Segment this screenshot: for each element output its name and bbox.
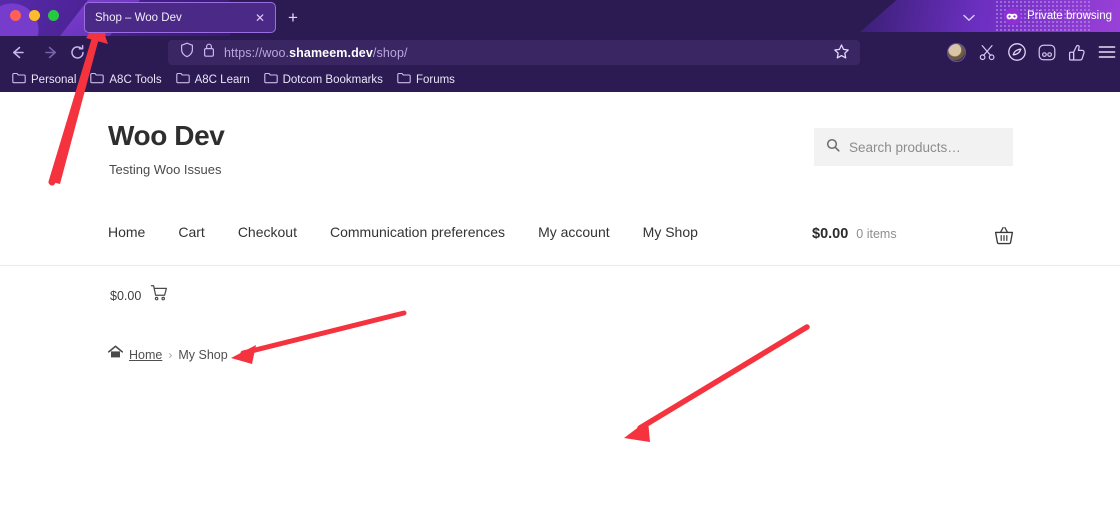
page-content: Woo Dev Testing Woo Issues Search produc… — [0, 92, 1120, 525]
sync-icon[interactable] — [1005, 40, 1029, 64]
private-browsing-badge: Private browsing — [1003, 5, 1116, 27]
breadcrumb-current: My Shop — [178, 347, 228, 362]
hamburger-menu-icon[interactable] — [1095, 40, 1119, 64]
plus-icon[interactable]: + — [282, 7, 304, 29]
url-path: /shop/ — [372, 45, 408, 60]
nav-item-communication-preferences[interactable]: Communication preferences — [330, 224, 538, 240]
nav-item-my-shop[interactable]: My Shop — [643, 224, 731, 240]
basket-icon[interactable] — [994, 226, 1014, 250]
chevron-down-icon[interactable] — [958, 7, 980, 29]
breadcrumb: Home › My Shop — [107, 345, 228, 364]
tab-title: Shop – Woo Dev — [95, 11, 182, 24]
mini-cart-amount: $0.00 — [110, 288, 142, 303]
minimize-window-button[interactable] — [29, 10, 40, 21]
breadcrumb-home-link[interactable]: Home — [129, 348, 162, 362]
close-icon[interactable]: ✕ — [251, 9, 269, 27]
folder-icon — [12, 71, 26, 89]
bookmark-dotcom-bookmarks[interactable]: Dotcom Bookmarks — [258, 69, 389, 91]
reload-icon[interactable] — [64, 39, 90, 65]
home-icon[interactable] — [107, 345, 124, 364]
url-input[interactable]: https://woo.shameem.dev/shop/ — [168, 40, 860, 65]
main-navigation: Home Cart Checkout Communication prefere… — [0, 205, 1120, 264]
lock-icon[interactable] — [203, 42, 215, 63]
folder-icon — [90, 71, 105, 89]
url-scheme: https://woo. — [224, 45, 290, 60]
cart-item-count: 0 items — [856, 227, 897, 241]
bookmark-forums[interactable]: Forums — [391, 69, 461, 91]
search-placeholder: Search products… — [849, 139, 961, 155]
url-host: shameem.dev — [289, 45, 373, 60]
bookmark-label: A8C Learn — [194, 74, 250, 86]
shopping-cart-icon[interactable] — [150, 284, 168, 307]
site-tagline: Testing Woo Issues — [109, 162, 222, 177]
bookmark-a8c-learn[interactable]: A8C Learn — [170, 69, 256, 91]
bookmark-personal[interactable]: Personal — [6, 69, 82, 91]
bookmarks-bar: Personal A8C Tools A8C Learn Dotcom Book… — [0, 68, 1120, 92]
search-input[interactable]: Search products… — [814, 128, 1013, 166]
bookmark-a8c-tools[interactable]: A8C Tools — [84, 69, 167, 91]
nav-item-checkout[interactable]: Checkout — [238, 224, 330, 240]
cart-total-amount: $0.00 — [812, 226, 849, 242]
breadcrumb-separator: › — [168, 347, 173, 362]
pocket-icon[interactable] — [1035, 40, 1059, 64]
nav-item-cart[interactable]: Cart — [178, 224, 237, 240]
search-icon — [826, 138, 840, 157]
forward-arrow-icon[interactable] — [38, 39, 64, 65]
folder-icon — [263, 71, 278, 89]
bookmark-label: Forums — [415, 74, 455, 86]
nav-links: Home Cart Checkout Communication prefere… — [108, 224, 731, 240]
header-divider — [0, 265, 1120, 266]
folder-icon — [397, 71, 411, 89]
account-avatar-icon[interactable] — [944, 40, 968, 64]
nav-item-my-account[interactable]: My account — [538, 224, 643, 240]
private-browsing-label: Private browsing — [1026, 10, 1112, 22]
tab-strip: Shop – Woo Dev ✕ + Private browsing — [0, 0, 1120, 36]
bookmark-label: Personal — [31, 74, 77, 86]
star-icon[interactable] — [833, 43, 850, 65]
window-controls — [10, 10, 59, 21]
browser-tab-shop[interactable]: Shop – Woo Dev ✕ — [84, 2, 276, 33]
site-header: Woo Dev Testing Woo Issues Search produc… — [0, 92, 1120, 205]
maximize-window-button[interactable] — [48, 10, 59, 21]
mask-icon — [1003, 7, 1021, 25]
back-arrow-icon[interactable] — [4, 39, 30, 65]
browser-navigation-toolbar: https://woo.shameem.dev/shop/ — [0, 36, 1120, 68]
url-text: https://woo.shameem.dev/shop/ — [224, 46, 408, 60]
site-title[interactable]: Woo Dev — [108, 120, 225, 152]
close-window-button[interactable] — [10, 10, 21, 21]
scissors-icon[interactable] — [975, 40, 999, 64]
browser-chrome: Shop – Woo Dev ✕ + Private browsing http… — [0, 0, 1120, 92]
cart-summary[interactable]: $0.00 0 items — [812, 226, 897, 242]
bookmark-label: Dotcom Bookmarks — [282, 74, 383, 86]
mini-cart[interactable]: $0.00 — [110, 284, 168, 307]
shield-icon[interactable] — [180, 42, 194, 63]
bookmark-label: A8C Tools — [109, 74, 162, 86]
folder-icon — [175, 71, 190, 89]
nav-item-home[interactable]: Home — [108, 224, 178, 240]
extension-icon[interactable] — [1065, 40, 1089, 64]
